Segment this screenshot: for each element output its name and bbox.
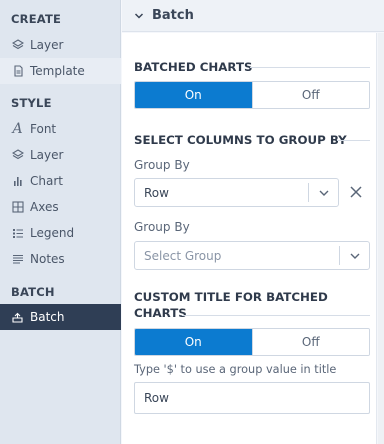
- sidebar-item-label: Batch: [30, 310, 65, 324]
- sidebar-item-font[interactable]: A Font: [0, 116, 121, 142]
- group-by-select-1[interactable]: Row: [134, 178, 339, 207]
- batched-charts-heading: BATCHED CHARTS: [134, 60, 253, 74]
- list-icon: [11, 227, 24, 240]
- group-by-select-2[interactable]: Select Group: [134, 241, 370, 270]
- section-title-style: STYLE: [11, 96, 52, 110]
- group-by-select-2-placeholder: Select Group: [144, 248, 222, 263]
- sidebar-item-label: Layer: [30, 38, 64, 52]
- custom-title-heading: CUSTOM TITLE FOR BATCHED CHARTS: [134, 289, 328, 321]
- group-by-label-1: Group By: [134, 158, 190, 172]
- batched-charts-toggle[interactable]: On Off: [134, 81, 370, 109]
- chevron-down-icon[interactable]: [309, 187, 338, 199]
- scrollbar[interactable]: [378, 33, 384, 444]
- batched-charts-on-button[interactable]: On: [135, 82, 252, 108]
- panel-title: Batch: [152, 8, 194, 23]
- custom-title-heading-line2: CHARTS: [134, 306, 187, 320]
- chevron-down-icon: [134, 11, 144, 21]
- sidebar-item-template[interactable]: Template: [0, 58, 121, 84]
- grid-icon: [11, 201, 24, 214]
- sidebar-item-notes[interactable]: Notes: [0, 246, 121, 272]
- notes-icon: [11, 253, 24, 266]
- group-by-heading: SELECT COLUMNS TO GROUP BY: [134, 133, 347, 147]
- divider: [337, 140, 370, 141]
- document-icon: [11, 65, 24, 78]
- custom-title-heading-line1: CUSTOM TITLE FOR BATCHED: [134, 290, 328, 304]
- divider: [182, 315, 370, 316]
- bar-chart-icon: [11, 175, 24, 188]
- custom-title-on-button[interactable]: On: [135, 329, 252, 355]
- divider: [250, 67, 370, 68]
- batched-charts-off-button[interactable]: Off: [251, 82, 369, 108]
- custom-title-input[interactable]: Row: [134, 382, 370, 414]
- batch-panel: Batch BATCHED CHARTS On Off SELECT COLUM…: [122, 0, 384, 444]
- sidebar-item-label: Axes: [30, 200, 59, 214]
- panel-header[interactable]: Batch: [122, 0, 384, 32]
- sidebar-item-label: Legend: [30, 226, 75, 240]
- sidebar-item-label: Font: [30, 122, 57, 136]
- group-by-select-1-value: Row: [144, 185, 169, 200]
- group-by-label-2: Group By: [134, 220, 190, 234]
- sidebar: CREATE Layer Template STYLE A Font Layer…: [0, 0, 121, 444]
- font-icon: A: [12, 121, 23, 137]
- custom-title-toggle[interactable]: On Off: [134, 328, 370, 356]
- sidebar-item-label: Notes: [30, 252, 65, 266]
- batch-icon: [11, 311, 24, 324]
- sidebar-item-label: Chart: [30, 174, 63, 188]
- sidebar-item-create-layer[interactable]: Layer: [0, 32, 121, 58]
- sidebar-item-batch[interactable]: Batch: [0, 304, 121, 330]
- section-title-batch: BATCH: [11, 285, 55, 299]
- sidebar-item-axes[interactable]: Axes: [0, 194, 121, 220]
- section-title-create: CREATE: [11, 12, 62, 26]
- chevron-down-icon[interactable]: [340, 250, 369, 262]
- sidebar-item-style-layer[interactable]: Layer: [0, 142, 121, 168]
- clear-group-icon[interactable]: [347, 183, 365, 201]
- sidebar-item-label: Template: [30, 64, 85, 78]
- sidebar-item-chart[interactable]: Chart: [0, 168, 121, 194]
- custom-title-off-button[interactable]: Off: [251, 329, 369, 355]
- sidebar-item-label: Layer: [30, 148, 64, 162]
- custom-title-hint: Type '$' to use a group value in title: [134, 363, 337, 376]
- sidebar-item-legend[interactable]: Legend: [0, 220, 121, 246]
- panel-body: BATCHED CHARTS On Off SELECT COLUMNS TO …: [122, 33, 377, 444]
- layers-icon: [11, 39, 24, 52]
- layers-icon: [11, 149, 24, 162]
